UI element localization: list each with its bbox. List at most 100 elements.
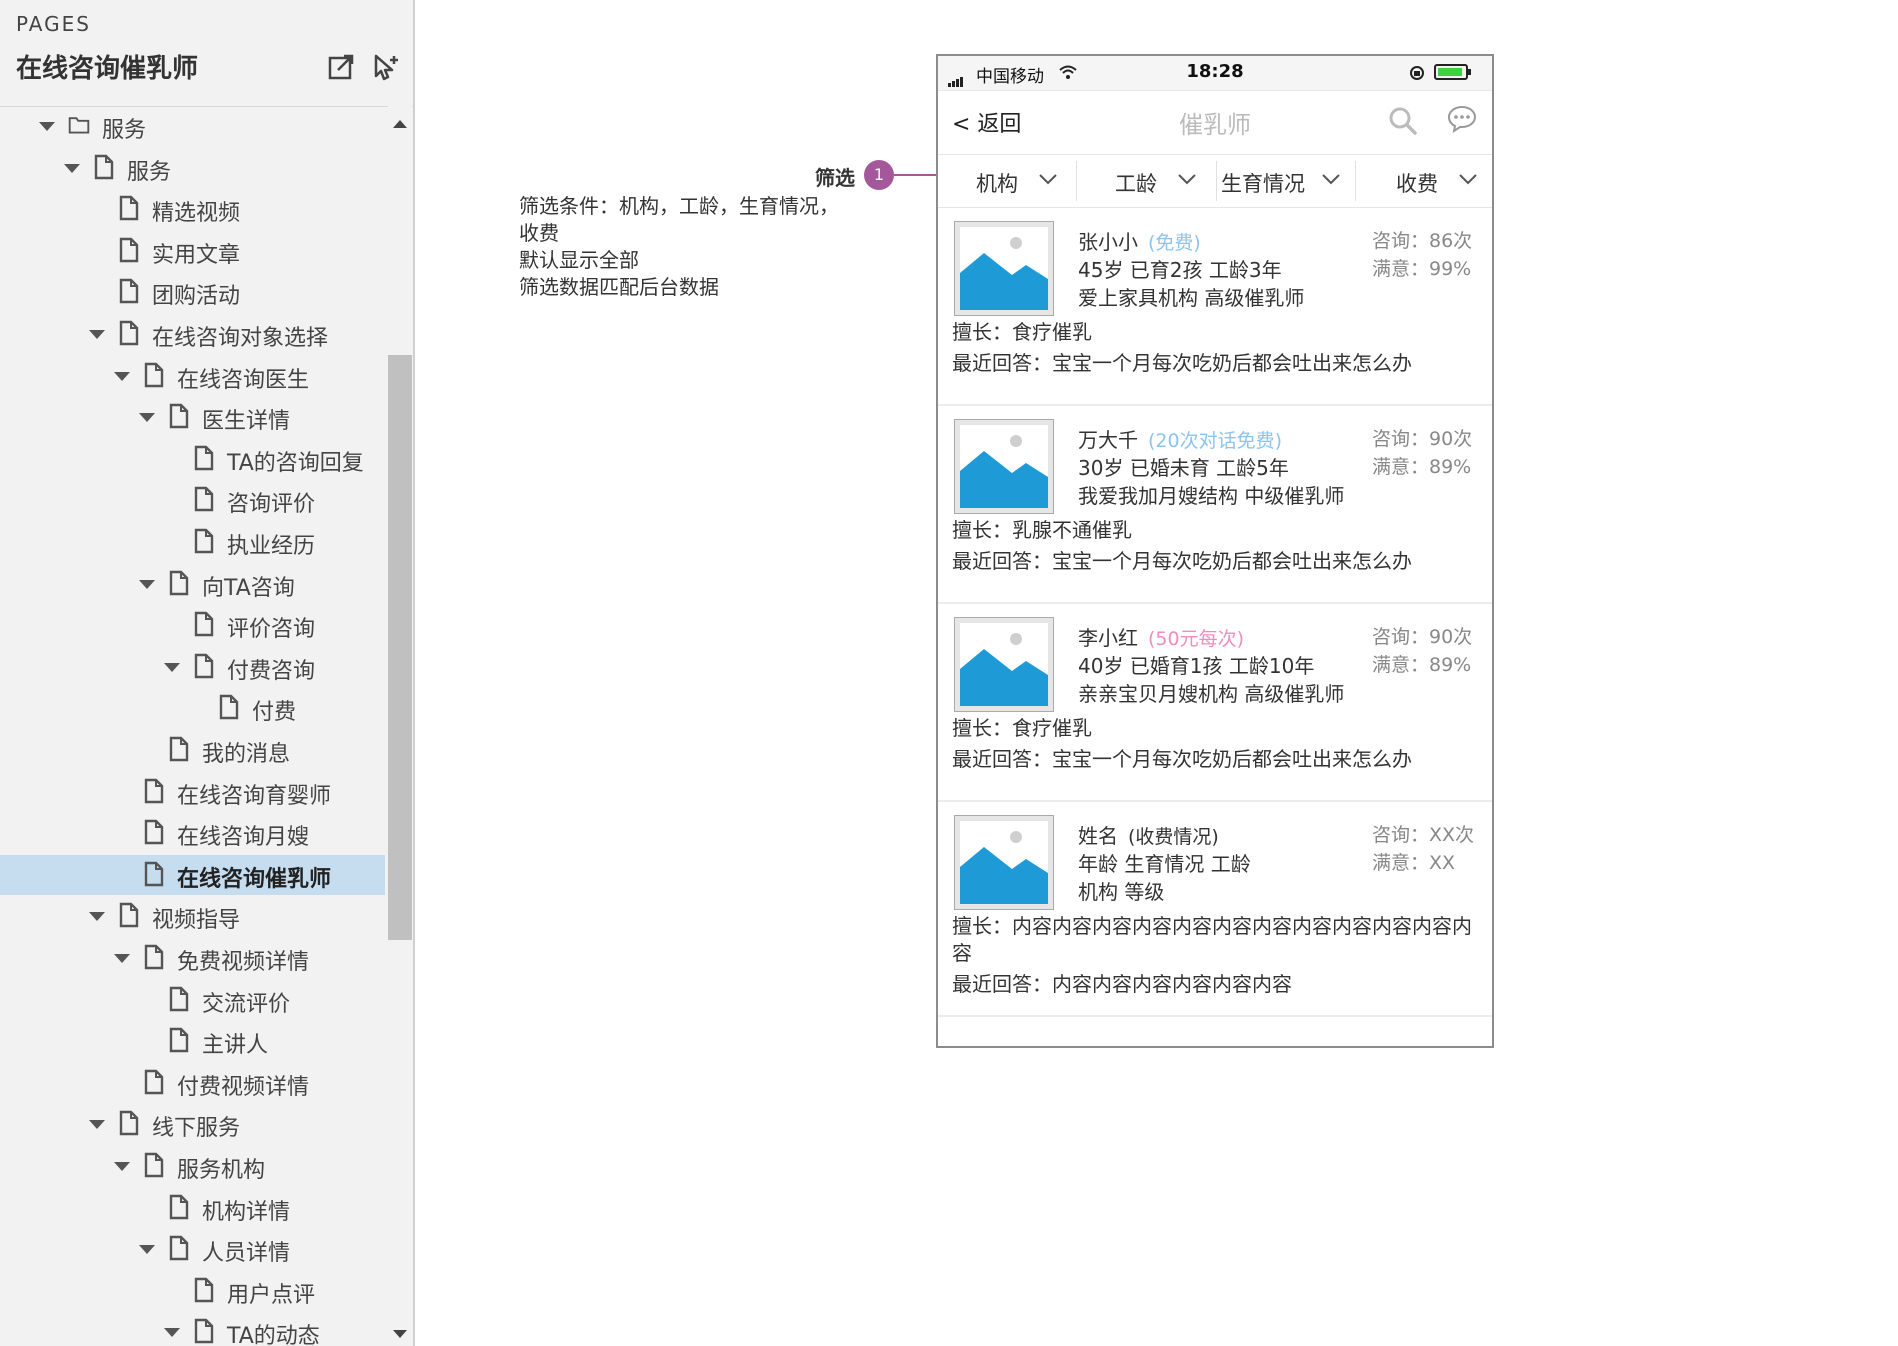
tree-item-label: 在线咨询催乳师 [177, 866, 332, 892]
tree-scrollbar-thumb[interactable] [388, 355, 412, 940]
consultant-card[interactable]: 姓名 (收费情况) 年龄 生育情况 工龄 机构 等级 咨询：XX次 满意：XX 擅长：内容内… [938, 800, 1492, 1017]
page-icon [144, 1069, 164, 1094]
tree-item[interactable]: 实用文章 [0, 231, 385, 271]
specialty: 擅长：内容内容内容内容内容内容内容内容内容内容内容内容 [952, 914, 1472, 965]
tree-item-label: 服务机构 [177, 1158, 266, 1183]
expand-caret-icon[interactable] [139, 579, 155, 589]
consultant-institution: 我爱我加月嫂结构 中级催乳师 [1078, 484, 1345, 508]
tree-item[interactable]: 在线咨询对象选择 [0, 314, 385, 354]
consult-count: 咨询：86次 [1372, 230, 1473, 252]
export-page-icon[interactable] [326, 52, 356, 82]
expand-caret-icon[interactable] [164, 662, 180, 672]
tree-item-label: 用户点评 [227, 1282, 316, 1308]
tree-item[interactable]: 咨询评价 [0, 480, 385, 520]
tree-item-label: 咨询评价 [227, 492, 316, 518]
expand-caret-icon[interactable] [114, 371, 130, 381]
recent-answer: 最近回答：宝宝一个月每次吃奶后都会吐出来怎么办 [952, 351, 1412, 375]
page-icon [169, 986, 189, 1011]
specialty: 擅长：乳腺不通催乳 [952, 518, 1132, 542]
tree-item[interactable]: 医生详情 [0, 397, 385, 437]
tree-item-label: 团购活动 [152, 284, 241, 310]
battery-tip [1468, 69, 1471, 75]
annotation-badge[interactable]: 1 [864, 160, 894, 190]
page-icon [169, 1027, 189, 1053]
tree-item[interactable]: 付费咨询 [0, 647, 385, 687]
tree-item[interactable]: 免费视频详情 [0, 938, 385, 978]
tree-item[interactable]: 主讲人 [0, 1021, 385, 1061]
filter-fertility[interactable]: 生育情况 [1217, 155, 1355, 207]
scroll-down-arrow-icon[interactable] [393, 1330, 407, 1338]
page-icon [119, 320, 139, 346]
consultant-institution: 亲亲宝贝月嫂机构 高级催乳师 [1078, 682, 1345, 706]
nav-bar: < 返回 催乳师 [938, 90, 1492, 154]
tree-item-label: 在线咨询医生 [177, 367, 310, 393]
consultant-institution: 爱上家具机构 高级催乳师 [1078, 286, 1305, 310]
expand-caret-icon[interactable] [89, 912, 105, 922]
tree-item[interactable]: 在线咨询医生 [0, 356, 385, 396]
consult-count: 咨询：90次 [1372, 428, 1473, 450]
expand-caret-icon[interactable] [64, 163, 80, 173]
page-icon [194, 487, 214, 512]
consultant-name: 万大千 [1078, 428, 1138, 452]
filter-fee[interactable]: 收费 [1356, 155, 1492, 207]
consult-count: 咨询：XX次 [1372, 824, 1475, 846]
expand-caret-icon[interactable] [89, 1120, 105, 1130]
tree-item[interactable]: 交流评价 [0, 980, 385, 1020]
tree-item[interactable]: TA的动态 [0, 1312, 385, 1346]
tree-item[interactable]: 在线咨询育婴师 [0, 772, 385, 812]
consult-count: 咨询：90次 [1372, 626, 1473, 648]
filter-bar: 机构 工龄 生育情况 收费 [938, 154, 1492, 208]
filter-work-years[interactable]: 工龄 [1077, 155, 1216, 207]
add-page-icon[interactable] [370, 52, 400, 82]
price-label: (20次对话免费) [1148, 430, 1283, 452]
search-icon[interactable] [1388, 106, 1418, 136]
consultant-card[interactable]: 张小小 (免费) 45岁 已育2孩 工龄3年 爱上家具机构 高级催乳师 咨询：86次 满意… [938, 206, 1492, 406]
tree-item[interactable]: 人员详情 [0, 1229, 385, 1269]
pages-panel: PAGES 在线咨询催乳师 服务 服务 精选视频 实用文章 团购活动 在线咨询对象选择 在线… [0, 0, 415, 1346]
tree-item-label: 付费 [252, 700, 297, 726]
tree-item[interactable]: 服务机构 [0, 1146, 385, 1186]
expand-caret-icon[interactable] [114, 1162, 130, 1171]
tree-item[interactable]: 付费视频详情 [0, 1063, 385, 1103]
tree-item[interactable]: 在线咨询月嫂 [0, 813, 385, 853]
avatar-image-placeholder [954, 221, 1054, 316]
expand-caret-icon[interactable] [114, 954, 130, 963]
tree-item[interactable]: 用户点评 [0, 1271, 385, 1311]
tree-item[interactable]: 向TA咨询 [0, 564, 385, 604]
tree-item[interactable]: 服务 [0, 148, 385, 188]
tree-item-label: TA的动态 [227, 1324, 320, 1346]
page-icon [169, 403, 189, 429]
tree-item[interactable]: 执业经历 [0, 522, 385, 562]
filter-institution[interactable]: 机构 [938, 155, 1076, 207]
expand-caret-icon[interactable] [89, 330, 105, 339]
tree-item[interactable]: 线下服务 [0, 1104, 385, 1144]
tree-item[interactable]: 服务 [0, 106, 385, 146]
consultant-name-row: 姓名 (收费情况) [1078, 820, 1219, 849]
filter-label: 收费 [1396, 172, 1438, 196]
tree-item[interactable]: 付费 [0, 688, 385, 728]
expand-caret-icon[interactable] [139, 413, 155, 423]
satisfaction-rate: 满意：99% [1372, 258, 1472, 280]
message-icon[interactable] [1446, 104, 1478, 134]
tree-item[interactable]: 机构详情 [0, 1188, 385, 1228]
tree-item[interactable]: 视频指导 [0, 896, 385, 936]
page-icon [169, 1235, 189, 1261]
tree-item-label: 付费视频详情 [177, 1074, 310, 1100]
tree-item[interactable]: 我的消息 [0, 730, 385, 770]
tree-item[interactable]: 团购活动 [0, 272, 385, 312]
page-icon [169, 736, 189, 762]
expand-caret-icon[interactable] [139, 1245, 155, 1255]
status-bar: 中国移动 18:28 [938, 56, 1492, 91]
tree-item[interactable]: 在线咨询催乳师 [0, 854, 385, 895]
expand-caret-icon[interactable] [164, 1328, 180, 1338]
tree-item-label: 在线咨询育婴师 [177, 783, 332, 809]
consultant-card[interactable]: 李小红 (50元每次) 40岁 已婚育1孩 工龄10年 亲亲宝贝月嫂机构 高级催乳师 咨… [938, 602, 1492, 802]
tree-item[interactable]: 精选视频 [0, 189, 385, 229]
scroll-up-arrow-icon[interactable] [393, 120, 407, 128]
tree-item-label: 人员详情 [202, 1241, 291, 1267]
expand-caret-icon[interactable] [39, 122, 55, 131]
consultant-card[interactable]: 万大千 (20次对话免费) 30岁 已婚未育 工龄5年 我爱我加月嫂结构 中级催乳师 咨… [938, 404, 1492, 604]
tree-item[interactable]: 评价咨询 [0, 605, 385, 645]
tree-item[interactable]: TA的咨询回复 [0, 439, 385, 479]
price-label: (免费) [1148, 232, 1201, 254]
